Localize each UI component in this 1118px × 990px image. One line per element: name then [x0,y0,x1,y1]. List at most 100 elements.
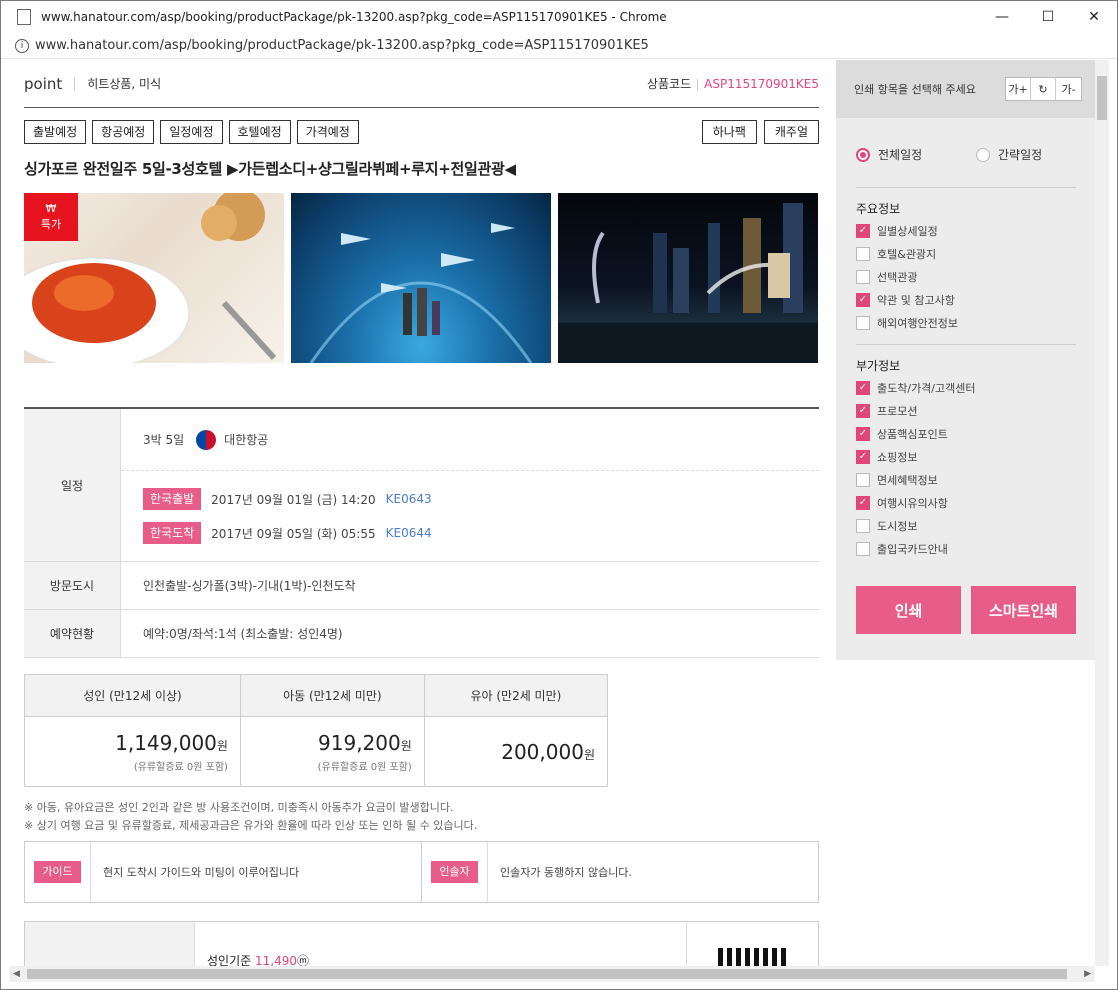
child-price-unit: 원 [400,738,412,753]
checkbox-empty-icon[interactable] [856,518,870,533]
print-option-label: 해외여행안전정보 [877,316,958,330]
print-option-checkbox[interactable]: ✓ 약관 및 참고사항 [856,288,1076,311]
print-option-label: 프로모션 [877,404,918,418]
print-option-checkbox[interactable]: ✓ 일별상세일정 [856,219,1076,242]
checkbox-checked-icon[interactable]: ✓ [856,495,870,510]
price-note: ※ 상기 여행 요금 및 유류할증료, 제세공과금은 유가와 환율에 따라 인상… [24,819,478,832]
product-code-label: 상품코드 [646,77,692,91]
checkbox-checked-icon[interactable]: ✓ [856,449,870,464]
checkbox-checked-icon[interactable]: ✓ [856,292,870,307]
escort-tag: 인솔자 [431,861,478,883]
print-option-checkbox[interactable]: 면세혜택정보 [856,468,1076,491]
checkbox-empty-icon[interactable] [856,472,870,487]
checkbox-checked-icon[interactable]: ✓ [856,380,870,395]
font-increase-button[interactable]: 가+ [1006,78,1031,100]
radio-brief-schedule[interactable]: 간략일정 [976,146,1096,163]
schedule-label: 일정 [24,409,121,561]
guide-info: 가이드 현지 도착시 가이드와 미팅이 이루어집니다 인솔자 인솔자가 동행하지… [24,841,819,903]
depart-time: 2017년 09월 01일 (금) 14:20 [211,492,376,507]
print-option-checkbox[interactable]: ✓ 쇼핑정보 [856,445,1076,468]
airline-text: 대한항공 [224,433,269,447]
print-option-checkbox[interactable]: 도시정보 [856,514,1076,537]
print-option-label: 약관 및 참고사항 [877,293,955,307]
child-price: 919,200 [318,730,401,755]
badge-label: 특가 [40,218,62,231]
won-icon: ₩ [45,202,57,215]
qr-code-icon [717,948,788,966]
scroll-left-icon[interactable]: ◀ [13,969,20,979]
checkbox-empty-icon[interactable] [856,269,870,284]
price-note: ※ 아동, 유아요금은 성인 2인과 같은 방 사용조건이며, 미충족시 아동추… [24,801,454,814]
air-status-button[interactable]: 항공예정 [92,120,155,144]
price-status-button[interactable]: 가격예정 [296,120,359,144]
print-option-checkbox[interactable]: ✓ 상품핵심포인트 [856,422,1076,445]
font-decrease-button[interactable]: 가- [1056,78,1081,100]
minimize-button[interactable]: — [979,1,1025,33]
print-option-label: 출입국카드안내 [877,542,948,556]
checkbox-checked-icon[interactable]: ✓ [856,223,870,238]
arrive-flight-link[interactable]: KE0644 [386,526,432,540]
mileage-label: 성인기준 [207,954,252,966]
checkbox-empty-icon[interactable] [856,315,870,330]
print-option-label: 도시정보 [877,519,918,533]
vertical-scrollbar[interactable] [1095,60,1109,966]
print-option-checkbox[interactable]: ✓ 프로모션 [856,399,1076,422]
reservation-value: 예약:0명/좌석:1석 (최소출발: 성인4명) [143,627,343,641]
guide-tag: 가이드 [34,861,81,883]
print-option-checkbox[interactable]: 출입국카드안내 [856,537,1076,560]
adult-price-unit: 원 [216,738,228,753]
print-option-checkbox[interactable]: 선택관광 [856,265,1076,288]
scroll-right-icon[interactable]: ▶ [1084,969,1091,979]
main-info-title: 주요정보 [856,202,901,216]
extra-info-title: 부가정보 [856,359,901,373]
info-icon[interactable]: i [15,38,29,53]
page-viewport: point 히트상품, 미식 상품코드 ASP115170901KE5 출발예정 … [9,60,1109,966]
print-button[interactable]: 인쇄 [856,586,961,634]
print-option-label: 면세혜택정보 [877,473,938,487]
child-price-header: 아동 (만12세 미만) [239,674,425,717]
page-icon [17,9,31,25]
print-option-label: 호텔&관광지 [877,247,937,261]
checkbox-empty-icon[interactable] [856,541,870,556]
close-button[interactable]: ✕ [1071,1,1117,33]
smart-print-button[interactable]: 스마트인쇄 [971,586,1076,634]
special-price-badge: ₩ 특가 [24,193,78,241]
adult-price-cell: 1,149,000원 (유류할증료 0원 포함) [24,716,241,787]
depart-flight-link[interactable]: KE0643 [386,492,432,506]
address-bar[interactable]: i www.hanatour.com/asp/booking/productPa… [1,33,1117,59]
print-option-checkbox[interactable]: 해외여행안전정보 [856,311,1076,334]
cities-label: 방문도시 [24,562,121,609]
schedule-status-button[interactable]: 일정예정 [160,120,223,144]
brand-label: point [24,74,63,93]
print-option-checkbox[interactable]: 호텔&관광지 [856,242,1076,265]
print-option-checkbox[interactable]: ✓ 여행시유의사항 [856,491,1076,514]
aquarium-image [291,193,551,363]
print-option-checkbox[interactable]: ✓ 출도착/가격/고객센터 [856,376,1076,399]
checkbox-empty-icon[interactable] [856,246,870,261]
arrive-time: 2017년 09월 05일 (화) 05:55 [211,526,376,541]
main-info-group: 주요정보 ✓ 일별상세일정호텔&관광지선택관광 ✓ 약관 및 참고사항해외여행안전정보 [856,187,1076,334]
casual-button[interactable]: 캐주얼 [763,120,819,144]
reservation-label: 예약현황 [24,610,121,657]
font-reset-icon[interactable]: ↻ [1031,78,1056,100]
title-bar: www.hanatour.com/asp/booking/productPack… [1,1,1117,33]
merlion-night-image [558,193,818,363]
infant-price-header: 유아 (만2세 미만) [423,674,609,717]
url-text[interactable]: www.hanatour.com/asp/booking/productPack… [35,38,649,53]
hanapack-button[interactable]: 하나팩 [701,120,757,144]
hotel-status-button[interactable]: 호텔예정 [228,120,291,144]
product-code-value: ASP115170901KE5 [704,77,819,91]
print-panel: 인쇄 항목을 선택해 주세요 가+ ↻ 가- 전체일정 간략일정 주요정보 ✓ 일… [836,60,1096,660]
radio-full-schedule[interactable]: 전체일정 [856,146,976,163]
horizontal-scrollbar[interactable]: ◀ ▶ [9,966,1095,982]
depart-status-button[interactable]: 출발예정 [24,120,87,144]
schedule-row: 일정 3박 5일 대한항공 한국출발 2017년 09월 01일 (금) 14:… [24,409,819,562]
adult-fuel-note: (유류할증료 0원 포함) [133,761,228,773]
checkbox-checked-icon[interactable]: ✓ [856,403,870,418]
product-images: ₩ 특가 [24,193,819,363]
arrive-tag: 한국도착 [143,522,202,544]
category-label: 히트상품, 미식 [87,77,162,91]
checkbox-checked-icon[interactable]: ✓ [856,426,870,441]
maximize-button[interactable]: ☐ [1025,1,1071,33]
child-price-cell: 919,200원 (유류할증료 0원 포함) [239,716,425,787]
